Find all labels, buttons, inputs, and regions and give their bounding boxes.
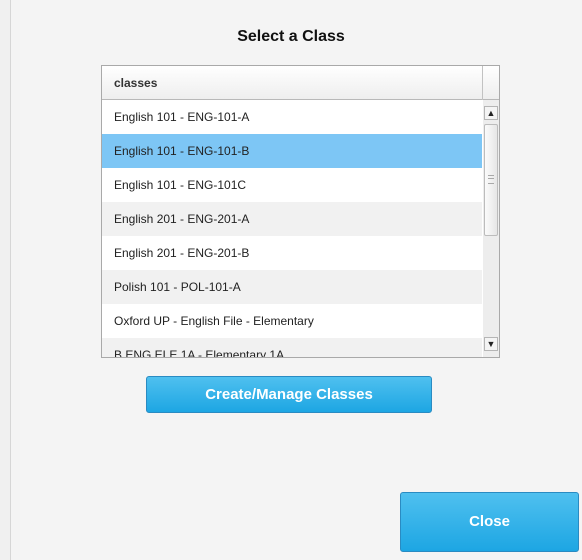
scroll-thumb[interactable] — [484, 124, 498, 236]
class-list: classes English 101 - ENG-101-A English … — [101, 65, 500, 358]
triangle-up-icon: ▲ — [486, 108, 496, 118]
class-list-item[interactable]: Oxford UP - English File - Elementary — [102, 304, 482, 338]
class-list-item[interactable]: English 201 - ENG-201-A — [102, 202, 482, 236]
class-list-rows: English 101 - ENG-101-A English 101 - EN… — [102, 100, 482, 357]
dialog-title: Select a Class — [237, 28, 345, 45]
class-list-item[interactable]: English 201 - ENG-201-B — [102, 236, 482, 270]
scroll-down-button[interactable]: ▼ — [484, 337, 498, 351]
create-manage-classes-button[interactable]: Create/Manage Classes — [146, 376, 432, 413]
scroll-up-button[interactable]: ▲ — [484, 106, 498, 120]
class-list-header: classes — [102, 66, 499, 100]
header-divider — [482, 66, 483, 100]
grip-icon — [488, 175, 494, 184]
class-list-item[interactable]: English 101 - ENG-101-A — [102, 100, 482, 134]
class-list-item[interactable]: Polish 101 - POL-101-A — [102, 270, 482, 304]
triangle-down-icon: ▼ — [486, 339, 496, 349]
left-panel-edge — [0, 0, 11, 560]
close-button[interactable]: Close — [400, 492, 579, 552]
column-header-classes: classes — [114, 76, 158, 90]
class-list-item-selected[interactable]: English 101 - ENG-101-B — [102, 134, 482, 168]
class-list-item[interactable]: B ENG ELE 1A - Elementary 1A — [102, 338, 482, 357]
class-list-scrollbar[interactable]: ▲ ▼ — [483, 100, 499, 357]
class-list-item[interactable]: English 101 - ENG-101C — [102, 168, 482, 202]
